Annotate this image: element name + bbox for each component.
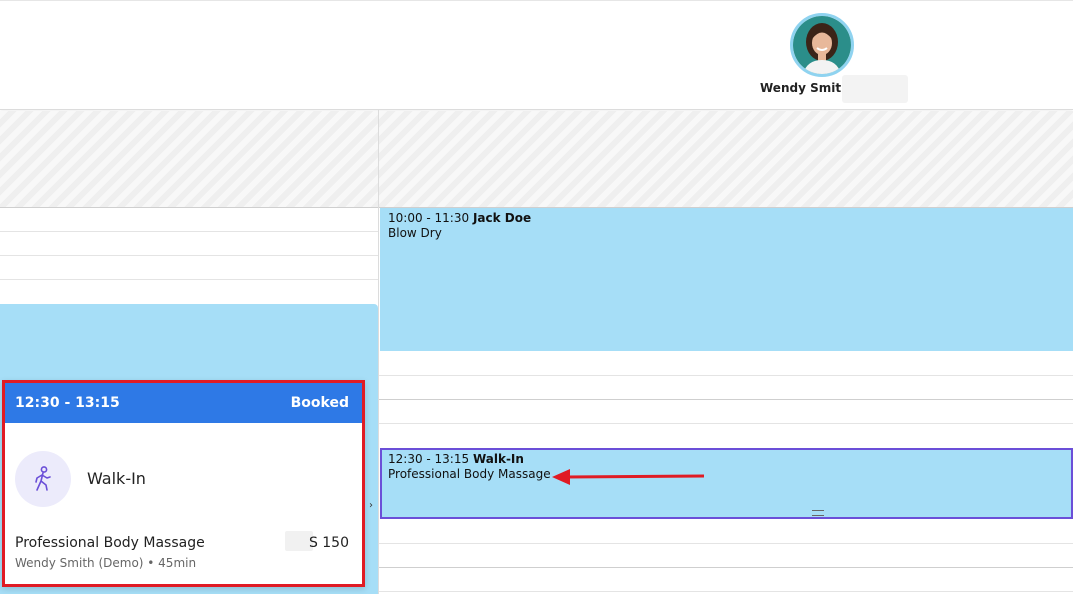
grid-line: [379, 399, 1073, 400]
appointment-client: Jack Doe: [472, 211, 532, 225]
grid-line: [379, 591, 1073, 592]
calendar-page: Wendy Smith › 10:00 - 11:30 Jack Doe Blo…: [0, 0, 1073, 594]
popup-details: Wendy Smith (Demo) • 45min: [15, 556, 197, 570]
staff-avatar[interactable]: [790, 13, 854, 77]
resize-handle[interactable]: [812, 510, 824, 516]
popup-header: 12:30 - 13:15 Booked: [5, 383, 362, 423]
column-divider: [378, 110, 379, 594]
grid-line: [0, 255, 378, 256]
blocked-time-left: [0, 111, 378, 207]
appointment-time: 10:00 - 11:30: [388, 211, 470, 225]
popup-service: Professional Body Massage: [15, 535, 205, 551]
redacted-area: [842, 75, 908, 103]
appointment-popup[interactable]: 12:30 - 13:15 Booked Walk-In Professiona…: [2, 380, 365, 587]
chevron-right-icon: ›: [369, 500, 373, 511]
appointment-time: 12:30 - 13:15: [388, 452, 470, 466]
appointment-jack-doe[interactable]: 10:00 - 11:30 Jack Doe Blow Dry: [380, 208, 1073, 351]
grid-line: [379, 423, 1073, 424]
appointment-client: Walk-In: [472, 452, 524, 466]
appointment-walk-in[interactable]: 12:30 - 13:15 Walk-In Professional Body …: [380, 448, 1073, 519]
grid-line: [0, 279, 378, 280]
status-badge: Booked: [290, 395, 349, 411]
appointment-service: Blow Dry: [388, 226, 442, 240]
popup-price: S 150: [308, 535, 349, 551]
walking-person-icon: [35, 466, 51, 491]
grid-line: [379, 543, 1073, 544]
avatar-image: [793, 16, 851, 74]
walk-in-icon: [15, 451, 71, 507]
appointment-service: Professional Body Massage: [388, 467, 551, 481]
grid-line: [379, 567, 1073, 568]
calendar-header: Wendy Smith: [0, 0, 1073, 110]
staff-column-header[interactable]: Wendy Smith: [760, 13, 910, 103]
grid-line: [0, 231, 378, 232]
staff-name: Wendy Smith: [760, 81, 850, 95]
blocked-time-right: [379, 111, 1073, 207]
popup-time: 12:30 - 13:15: [15, 395, 120, 411]
arrow-left-icon: [552, 469, 705, 485]
popup-client: Walk-In: [87, 469, 146, 488]
grid-line: [379, 375, 1073, 376]
